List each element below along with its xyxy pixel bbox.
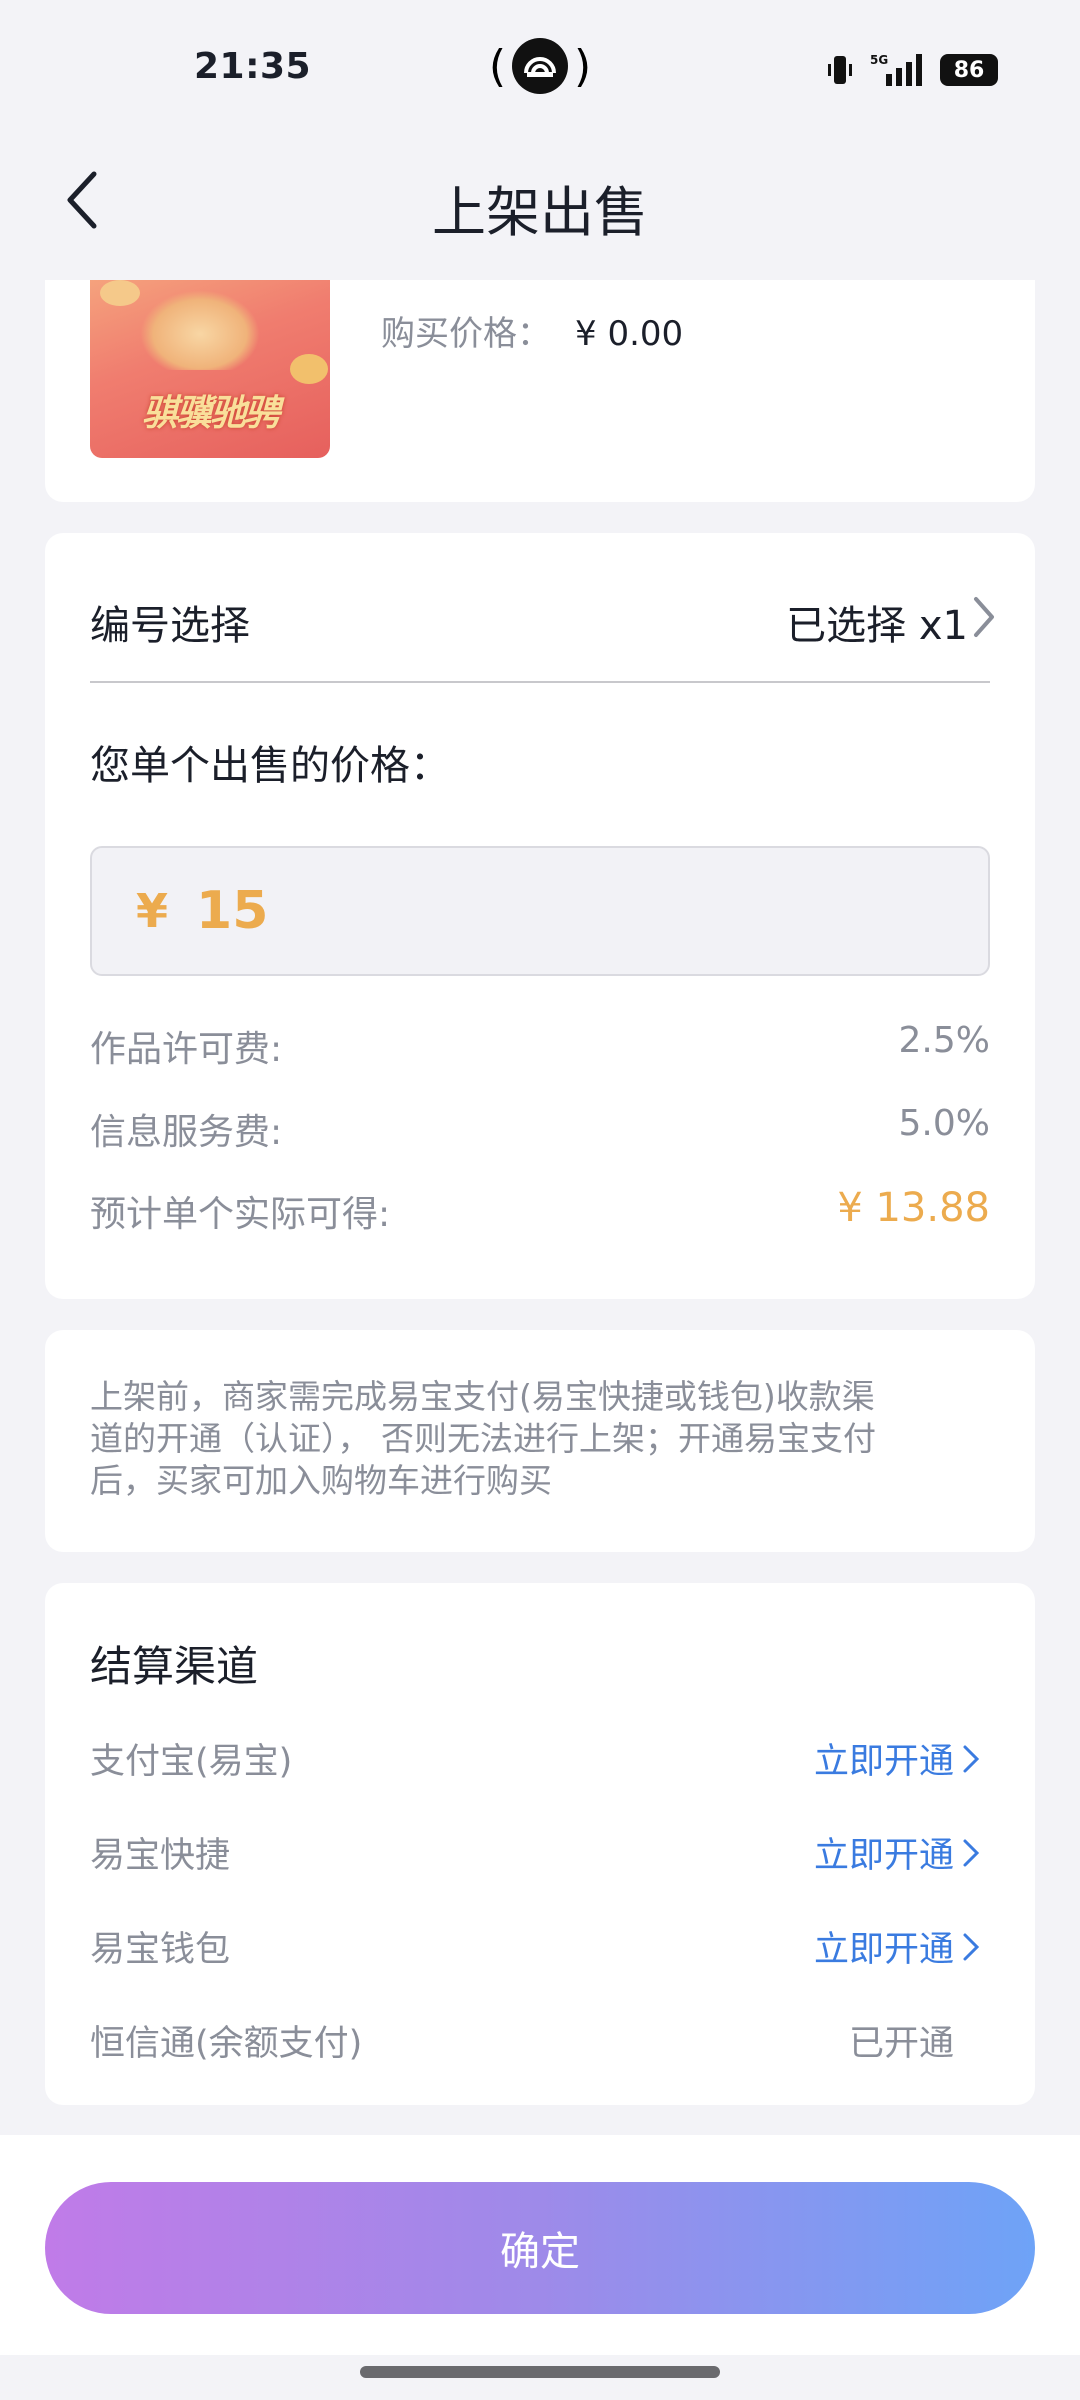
activate-label: 立即开通 — [813, 1930, 954, 1970]
svg-text:5G: 5G — [870, 53, 888, 67]
channel-row-yeepay-quick: 易宝快捷 立即开通 — [90, 1827, 990, 1887]
battery-icon: 86 — [940, 54, 998, 86]
fee-label: 信息服务费: — [90, 1112, 283, 1153]
buy-price-value: ¥ 0.00 — [575, 314, 684, 354]
price-value[interactable]: 15 — [196, 881, 268, 941]
chevron-right-icon — [974, 597, 994, 637]
notice-line: 上架前，商家需完成易宝支付(易宝快捷或钱包)收款渠 — [90, 1377, 875, 1416]
channel-label: 支付宝(易宝) — [90, 1742, 293, 1782]
fee-label: 作品许可费: — [90, 1029, 283, 1070]
notice-text: 上架前，商家需完成易宝支付(易宝快捷或钱包)收款渠 道的开通（认证）， 否则无法… — [90, 1376, 990, 1502]
status-bar: 21:35 ( ) 5G 86 — [0, 0, 1080, 130]
activate-label: 立即开通 — [813, 1742, 954, 1782]
activate-link[interactable]: 立即开通 — [814, 1733, 980, 1784]
activate-link[interactable]: 立即开通 — [814, 1827, 980, 1878]
activate-link[interactable]: 立即开通 — [814, 1921, 980, 1972]
net-earning-value: ¥ 13.88 — [837, 1185, 990, 1231]
net-earning-label: 预计单个实际可得: — [90, 1194, 391, 1235]
currency-symbol: ¥ — [136, 884, 169, 938]
channel-label: 恒信通(余额支付) — [90, 2024, 363, 2064]
status-time: 21:35 — [194, 46, 312, 87]
chevron-right-icon — [963, 1839, 980, 1866]
horse-image — [140, 290, 260, 370]
chevron-right-icon — [963, 1933, 980, 1960]
number-select-value: 已选择 x1 — [786, 603, 968, 649]
chevron-right-icon — [963, 1745, 980, 1772]
settlement-channels-card: 结算渠道 支付宝(易宝) 立即开通 易宝快捷 立即开通 易宝钱包 立即开通 恒信… — [45, 1583, 1035, 2105]
paren-left-icon: ( — [488, 40, 506, 92]
price-input[interactable]: ¥ 15 — [90, 846, 990, 976]
fee-row-service: 信息服务费: 5.0% — [90, 1103, 990, 1163]
notice-line: 后，买家可加入购物车进行购买 — [90, 1461, 552, 1500]
home-indicator[interactable] — [360, 2366, 720, 2378]
notice-card: 上架前，商家需完成易宝支付(易宝快捷或钱包)收款渠 道的开通（认证）， 否则无法… — [45, 1330, 1035, 1552]
decor-coin — [100, 280, 140, 306]
decor-ingot — [290, 354, 328, 384]
price-label: 您单个出售的价格： — [90, 743, 450, 789]
confirm-button[interactable]: 确定 — [45, 2182, 1035, 2314]
divider — [90, 681, 990, 683]
fee-row-license: 作品许可费: 2.5% — [90, 1020, 990, 1080]
channels-title: 结算渠道 — [90, 1642, 259, 1691]
buy-price: 购买价格： ¥ 0.00 — [381, 306, 683, 355]
fee-value: 2.5% — [898, 1020, 990, 1061]
notice-line: 道的开通（认证）， 否则无法进行上架；开通易宝支付 — [90, 1419, 876, 1458]
channel-label: 易宝钱包 — [90, 1930, 231, 1970]
fee-value: 5.0% — [898, 1103, 990, 1144]
signal-5g-icon: 5G — [870, 53, 922, 86]
activate-label: 立即开通 — [813, 1836, 954, 1876]
activated-status: 已开通 — [848, 2024, 954, 2064]
product-card: 骐骥驰骋 购买价格： ¥ 0.00 — [45, 280, 1035, 502]
paren-right-icon: ) — [574, 40, 592, 92]
vibrate-icon — [828, 56, 852, 84]
status-icons: 5G 86 — [826, 50, 998, 90]
footer-bar: 确定 — [0, 2135, 1080, 2355]
channel-label: 易宝快捷 — [90, 1836, 231, 1876]
product-thumbnail[interactable]: 骐骥驰骋 — [90, 280, 330, 458]
thumbnail-calligraphy: 骐骥驰骋 — [141, 392, 280, 434]
channel-row-hengxintong: 恒信通(余额支付) 已开通 — [90, 2015, 990, 2075]
channel-row-alipay: 支付宝(易宝) 立即开通 — [90, 1733, 990, 1793]
buy-price-label: 购买价格： — [381, 314, 551, 354]
fee-row-net: 预计单个实际可得: ¥ 13.88 — [90, 1185, 990, 1245]
number-select-label: 编号选择 — [90, 603, 250, 649]
nav-header: 上架出售 — [0, 130, 1080, 280]
hotspot-icon — [512, 38, 568, 94]
number-select-row[interactable]: 编号选择 已选择 x1 — [90, 583, 994, 663]
dynamic-island: ( ) — [484, 34, 596, 98]
page-title: 上架出售 — [432, 181, 648, 244]
sell-card: 编号选择 已选择 x1 您单个出售的价格： ¥ 15 作品许可费: 2.5% 信… — [45, 533, 1035, 1299]
channel-row-yeepay-wallet: 易宝钱包 立即开通 — [90, 1921, 990, 1981]
